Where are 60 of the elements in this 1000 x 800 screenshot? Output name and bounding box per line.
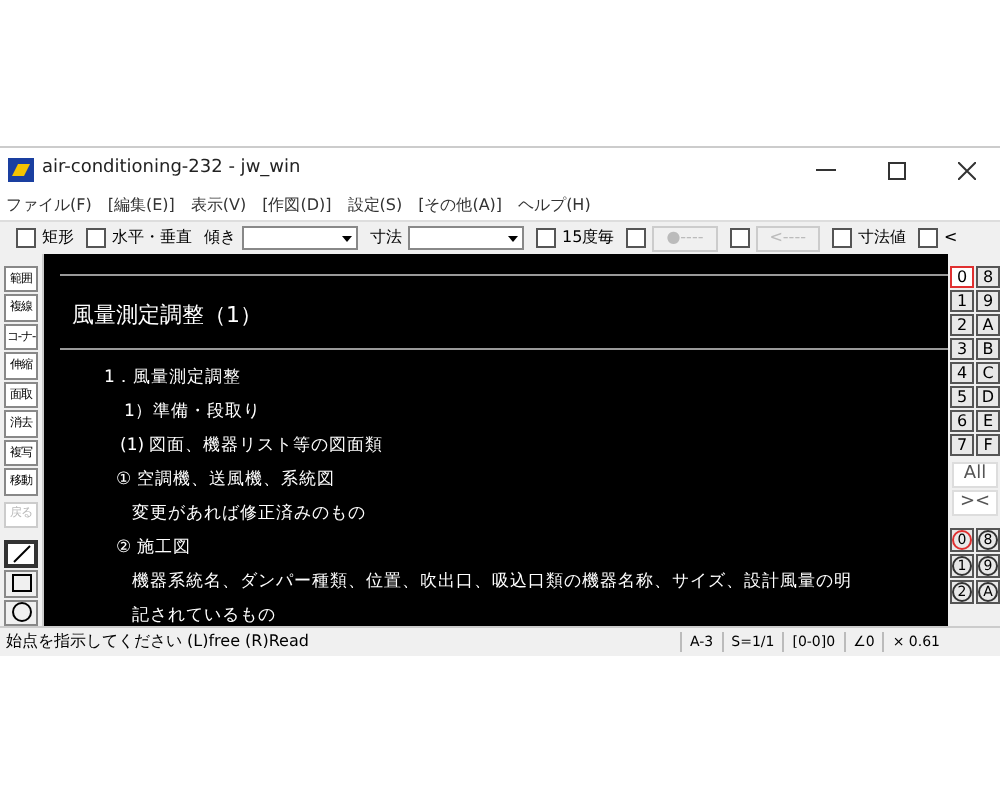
status-message: 始点を指示してください (L)free (R)Read <box>4 630 311 654</box>
layer-all-button[interactable]: All <box>952 462 998 488</box>
rectangle-tool-icon <box>11 574 31 593</box>
menu-item[interactable]: 設定(S) <box>347 194 403 218</box>
checkbox[interactable] <box>917 228 938 248</box>
layer-button[interactable]: 1 <box>950 290 974 312</box>
menu-item[interactable]: ファイル(F) <box>6 194 92 218</box>
line-tool-icon <box>11 544 31 565</box>
draw-tool-button[interactable] <box>4 540 38 569</box>
layer-button[interactable]: A <box>976 314 1000 336</box>
layer-button[interactable]: 7 <box>950 434 974 456</box>
layer-button[interactable]: 9 <box>976 290 1000 312</box>
layer-button[interactable]: 0 <box>950 266 974 288</box>
layer-button[interactable]: 4 <box>950 362 974 384</box>
outline-text: 機器系統名、ダンパー種類、位置、吹出口、吸込口類の機器名称、サイズ、設計風量の明 <box>132 569 854 596</box>
app-logo-icon <box>8 158 34 182</box>
checkbox-label: 寸法値 <box>857 226 906 250</box>
menu-item[interactable]: [作図(D)] <box>262 194 332 218</box>
maximize-icon[interactable] <box>888 161 906 179</box>
drawing-canvas[interactable]: 風量測定調整（1） 1．風量測定調整 1）準備・段取り (1) 図面、機器リスト等の図面類 ① 空調機、送風機、系統図 変更があれば修正済みのもの ② 施工図 機器系統名、ダンパー種類、位置、吹出口、吸込口類の機器名称、サイズ、設計風量の明 記されているもの <box>44 254 948 626</box>
menu-item[interactable]: [その他(A)] <box>418 194 503 218</box>
window-title: air-conditioning-232 - jw_win <box>42 156 301 183</box>
heading: 風量測定調整（1） <box>72 302 262 328</box>
layer-button[interactable]: 6 <box>950 410 974 432</box>
checkbox[interactable] <box>16 228 36 248</box>
dropdown-field[interactable] <box>242 226 358 250</box>
menu-item[interactable]: 表示(V) <box>190 194 247 218</box>
layer-button[interactable]: 5 <box>950 386 974 408</box>
layer-button[interactable]: B <box>976 338 1000 360</box>
field-label: 寸法 <box>370 226 402 250</box>
checkbox[interactable] <box>831 228 852 248</box>
menu-item[interactable]: ヘルプ(H) <box>518 194 591 218</box>
layer-button[interactable]: 3 <box>950 338 974 360</box>
menu-item[interactable]: [編集(E)] <box>107 194 175 218</box>
close-icon[interactable] <box>958 161 976 179</box>
draw-tool-button[interactable] <box>4 599 38 626</box>
layer-button[interactable]: 2 <box>950 314 974 336</box>
checkbox-label: 矩形 <box>42 226 74 250</box>
circle-tool-icon <box>11 602 31 623</box>
layer-button[interactable]: 8 <box>976 266 1000 288</box>
draw-tool-button[interactable] <box>4 570 38 598</box>
outline-text: 変更があれば修正済みのもの <box>132 501 368 528</box>
dropdown-field[interactable] <box>408 226 524 250</box>
checkbox-label: 水平・垂直 <box>112 226 192 250</box>
checkbox[interactable] <box>536 228 556 248</box>
checkbox[interactable] <box>86 228 106 248</box>
layer-all-button[interactable]: >< <box>952 490 998 516</box>
outline-text: 1）準備・段取り <box>124 400 263 426</box>
checkbox-label: < <box>943 226 958 250</box>
outline-text: ② 施工図 <box>116 536 193 562</box>
outline-text: ① 空調機、送風機、系統図 <box>116 467 337 494</box>
outline-text: 記されているもの <box>132 604 278 626</box>
layer-button[interactable]: F <box>976 434 1000 456</box>
layer-button[interactable]: E <box>976 410 1000 432</box>
checkbox-label: 15度毎 <box>562 226 615 250</box>
layer-button[interactable]: D <box>976 386 1000 408</box>
outline-text: (1) 図面、機器リスト等の図面類 <box>120 434 386 460</box>
layer-button[interactable]: C <box>976 362 1000 384</box>
field-label: 傾き <box>204 226 236 250</box>
outline-text: 1．風量測定調整 <box>104 365 243 392</box>
